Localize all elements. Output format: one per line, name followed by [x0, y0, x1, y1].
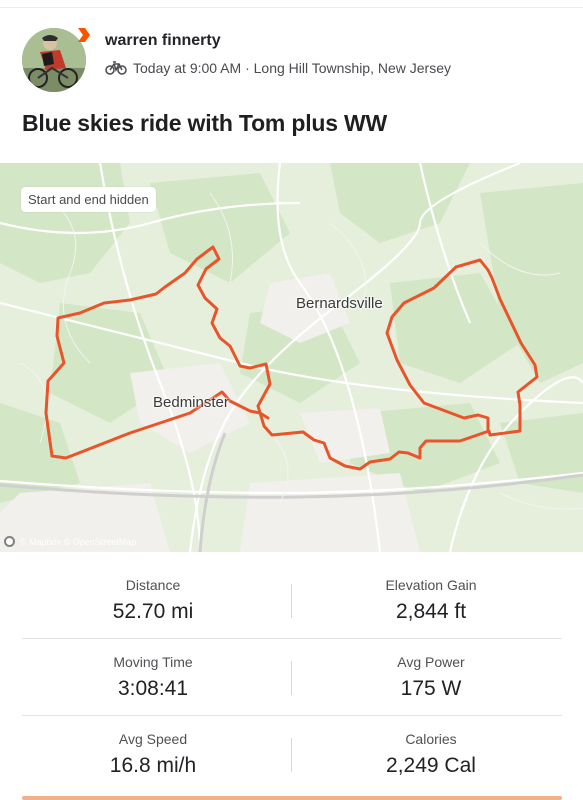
- stat-value: 16.8 mi/h: [109, 754, 197, 777]
- map-canvas: [0, 163, 583, 552]
- stat-label: Distance: [125, 577, 181, 593]
- stat-divider: [291, 584, 292, 618]
- place-label-bernardsville: Bernardsville: [296, 295, 383, 312]
- stat-distance: Distance 52.70 mi: [22, 562, 284, 639]
- stat-label: Avg Speed: [118, 731, 188, 747]
- stat-divider: [291, 738, 292, 772]
- place-label-bedminster: Bedminster: [153, 394, 229, 411]
- stat-value: 175 W: [400, 677, 462, 700]
- activity-title[interactable]: Blue skies ride with Tom plus WW: [22, 110, 387, 137]
- top-divider: [0, 7, 583, 8]
- stat-value: 3:08:41: [117, 677, 189, 700]
- athlete-name[interactable]: warren finnerty: [105, 32, 221, 50]
- activity-meta-text: Today at 9:00 AM · Long Hill Township, N…: [133, 60, 452, 76]
- bottom-accent-bar: [22, 796, 562, 800]
- stat-label: Avg Power: [397, 654, 465, 670]
- map-attribution[interactable]: © Mapbox © OpenStreetMap: [4, 536, 136, 547]
- stat-divider: [291, 661, 292, 695]
- stats-row: Distance 52.70 mi Elevation Gain 2,844 f…: [22, 562, 562, 639]
- activity-meta: Today at 9:00 AM · Long Hill Township, N…: [105, 60, 451, 76]
- stat-label: Calories: [405, 731, 457, 747]
- stats-grid: Distance 52.70 mi Elevation Gain 2,844 f…: [22, 562, 562, 793]
- stat-value: 52.70 mi: [112, 600, 194, 623]
- mapbox-logo-icon: [4, 536, 15, 547]
- activity-header: warren finnerty Today at 9:00 AM · Long …: [22, 28, 562, 92]
- bike-icon: [105, 61, 127, 75]
- stat-avg-speed: Avg Speed 16.8 mi/h: [22, 716, 284, 793]
- stat-label: Moving Time: [113, 654, 193, 670]
- stat-elevation-gain: Elevation Gain 2,844 ft: [300, 562, 562, 639]
- stat-value: 2,844 ft: [395, 600, 467, 623]
- stat-calories: Calories 2,249 Cal: [300, 716, 562, 793]
- stats-row: Moving Time 3:08:41 Avg Power 175 W: [22, 639, 562, 716]
- subscriber-badge-icon: [78, 28, 90, 42]
- attribution-text: © Mapbox © OpenStreetMap: [20, 536, 137, 547]
- stat-value: 2,249 Cal: [386, 754, 476, 777]
- route-map[interactable]: Start and end hidden Bernardsville Bedmi…: [0, 163, 583, 552]
- privacy-label: Start and end hidden: [21, 187, 156, 212]
- stat-avg-power: Avg Power 175 W: [300, 639, 562, 716]
- stat-moving-time: Moving Time 3:08:41: [22, 639, 284, 716]
- stats-row: Avg Speed 16.8 mi/h Calories 2,249 Cal: [22, 716, 562, 793]
- stat-label: Elevation Gain: [385, 577, 477, 593]
